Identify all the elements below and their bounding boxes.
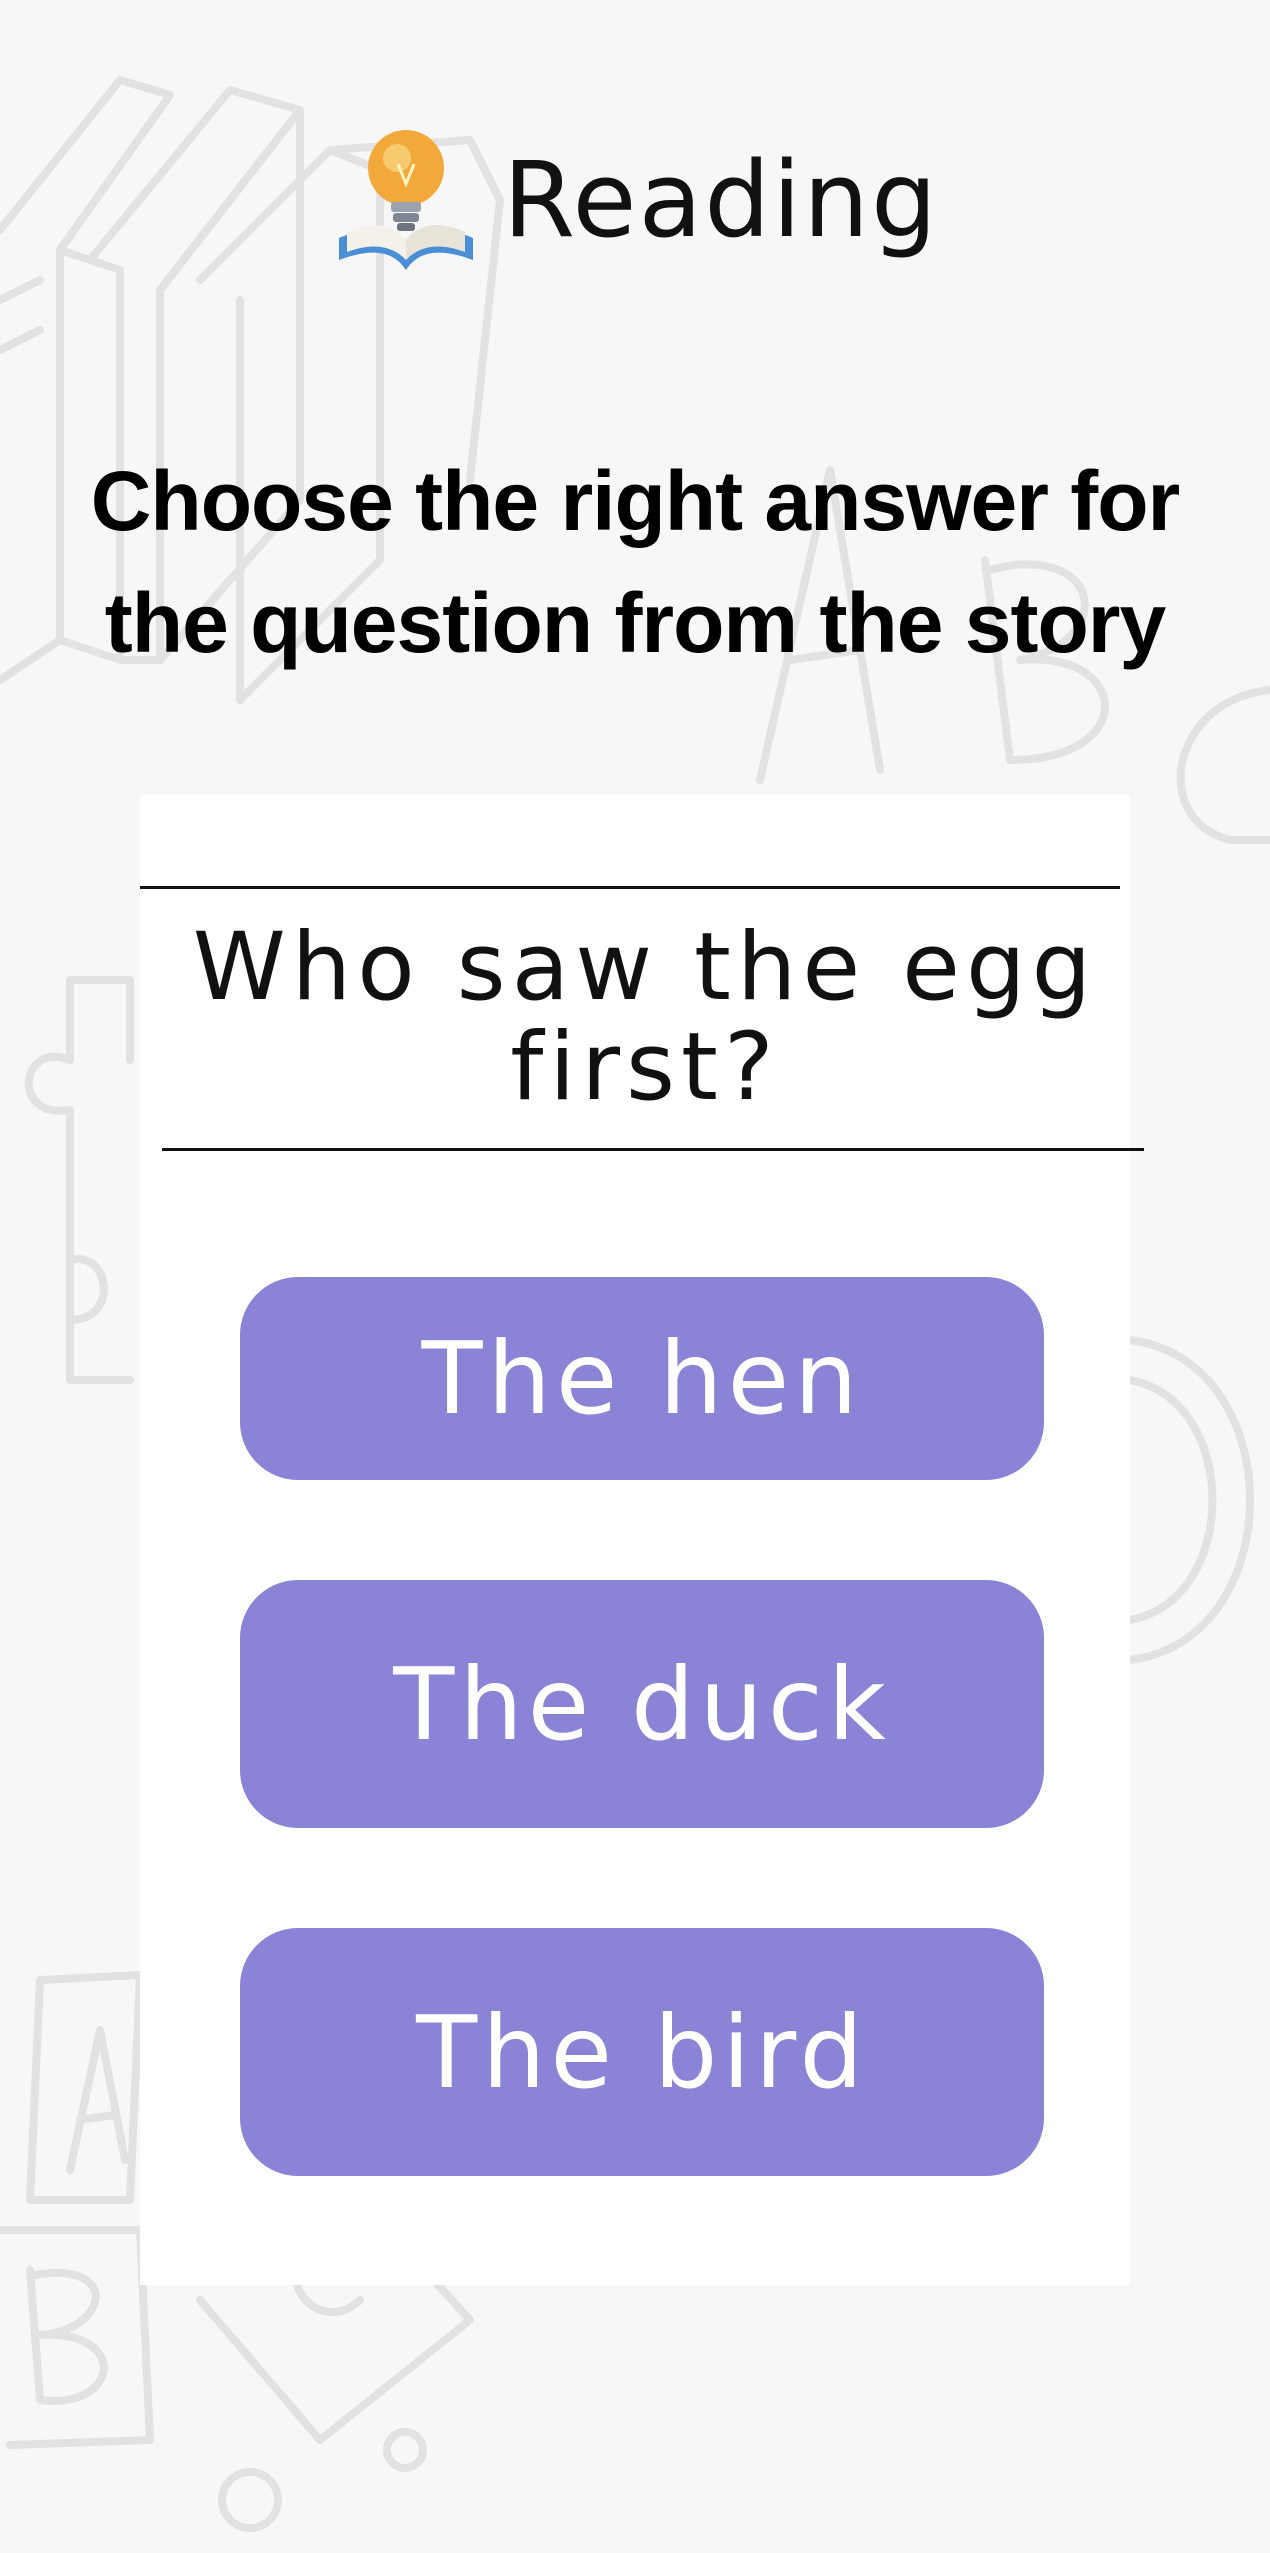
answer-button-3[interactable]: The bird [240, 1928, 1044, 2176]
divider-top [140, 886, 1120, 889]
lightbulb-book-icon [338, 130, 473, 270]
question-text: Who saw the egg first? [192, 913, 1098, 1122]
answer-button-1[interactable]: The hen [240, 1277, 1044, 1480]
header: Reading [0, 110, 1270, 290]
answer-button-2[interactable]: The duck [240, 1580, 1044, 1828]
divider-bottom [162, 1148, 1144, 1151]
instruction-text: Choose the right answer for the question… [90, 454, 1180, 670]
page-title: Reading [502, 139, 940, 261]
